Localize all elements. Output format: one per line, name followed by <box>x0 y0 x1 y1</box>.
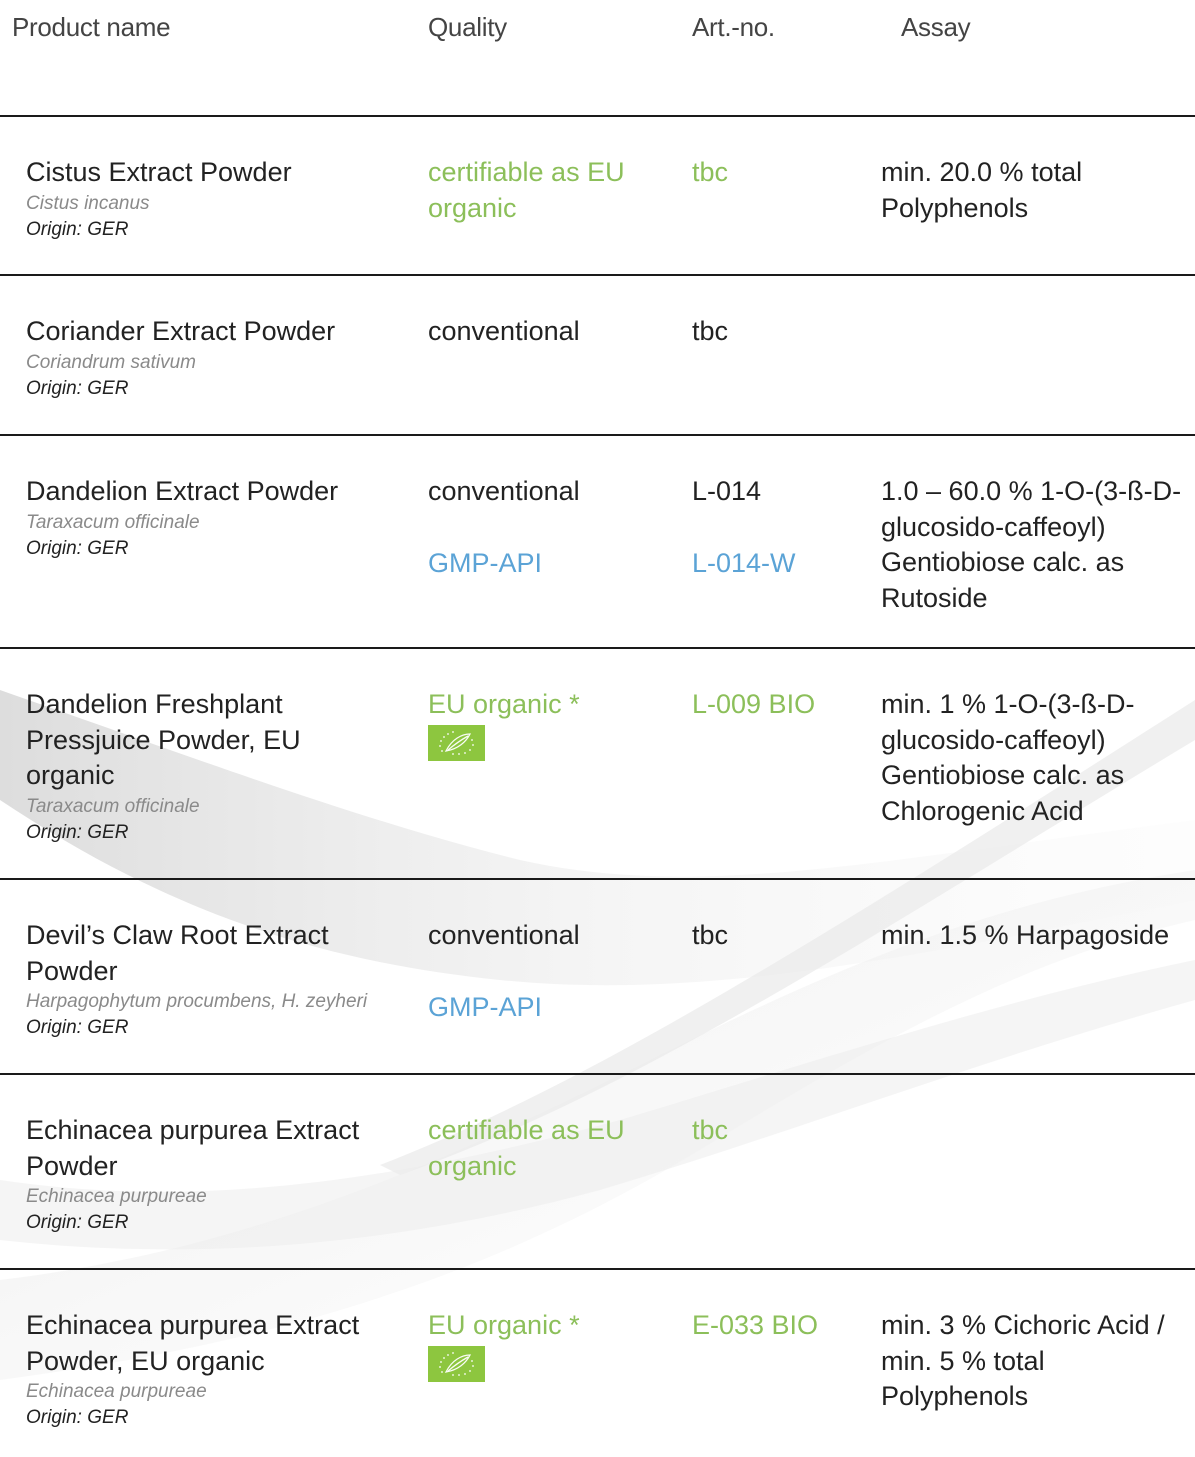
art-no-cell: tbc <box>692 157 729 187</box>
table-row: Devil’s Claw Root Extract Powder Harpago… <box>0 878 1195 1073</box>
origin: Origin: GER <box>26 1212 129 1233</box>
assay-cell: 1.0 – 60.0 % 1-O-(3-ß-D-glucosido-caffeo… <box>881 476 1182 613</box>
assay-cell: min. 1.5 % Harpagoside <box>881 920 1170 950</box>
quality-eu-organic: EU organic * <box>428 1310 580 1340</box>
quality-eu-organic: EU organic * <box>428 689 580 719</box>
product-name: Echinacea purpurea Extract Powder, EU or… <box>26 1310 360 1376</box>
header-product-name: Product name <box>12 12 171 42</box>
product-cell: Echinacea purpurea Extract Powder Echina… <box>26 1113 396 1236</box>
quality-conventional: conventional <box>428 920 580 950</box>
art-no-cell: L-009 BIO <box>692 689 816 719</box>
art-no-cell: tbc <box>692 316 729 346</box>
quality-cell: conventional GMP-API <box>428 918 678 1025</box>
art-no-primary: L-014 <box>692 476 762 506</box>
origin: Origin: GER <box>26 218 129 240</box>
origin: Origin: GER <box>26 537 129 559</box>
quality-cell: EU organic * <box>428 1308 678 1382</box>
product-name: Dandelion Freshplant Pressjuice Powder, … <box>26 689 301 790</box>
latin-name: Taraxacum officinale <box>26 795 200 817</box>
origin: Origin: GER <box>26 821 129 843</box>
product-cell: Coriander Extract Powder Coriandrum sati… <box>26 314 396 402</box>
latin-name: Cistus incanus <box>26 192 150 214</box>
product-name: Echinacea purpurea Extract Powder <box>26 1115 360 1181</box>
latin-name: Harpagophytum procumbens, H. zeyheri <box>26 991 368 1012</box>
art-no-cell: tbc <box>692 920 729 950</box>
product-table-page: Product name Quality Art.-no. Assay Cist… <box>0 0 1195 1457</box>
header-art-no: Art.-no. <box>692 12 775 42</box>
table-row: Echinacea purpurea Extract Powder Echina… <box>0 1073 1195 1268</box>
product-cell: Echinacea purpurea Extract Powder, EU or… <box>26 1308 396 1431</box>
product-name: Dandelion Extract Powder <box>26 476 339 506</box>
art-no-cell: tbc <box>692 1115 729 1145</box>
table-row: Dandelion Extract Powder Taraxacum offic… <box>0 434 1195 647</box>
header-assay: Assay <box>901 12 971 42</box>
product-cell: Dandelion Extract Powder Taraxacum offic… <box>26 474 396 562</box>
product-name: Devil’s Claw Root Extract Powder <box>26 920 329 986</box>
table-row: Echinacea purpurea Extract Powder, EU or… <box>0 1268 1195 1457</box>
header-quality: Quality <box>428 12 507 42</box>
product-name: Cistus Extract Powder <box>26 157 292 187</box>
quality-conventional: conventional <box>428 476 580 506</box>
quality-gmp-api: GMP-API <box>428 547 543 578</box>
product-cell: Devil’s Claw Root Extract Powder Harpago… <box>26 918 396 1041</box>
quality-cell: certifiable as EU organic <box>428 1115 625 1181</box>
art-no-cell: E-033 BIO <box>692 1310 819 1340</box>
table-row: Coriander Extract Powder Coriandrum sati… <box>0 274 1195 434</box>
assay-cell: min. 3 % Cichoric Acid / min. 5 % total … <box>881 1310 1165 1411</box>
art-no-gmp: L-014-W <box>692 547 796 578</box>
product-table: Cistus Extract Powder Cistus incanus Ori… <box>0 115 1195 1457</box>
eu-organic-leaf-icon <box>428 1345 485 1382</box>
origin: Origin: GER <box>26 377 129 399</box>
quality-cell: certifiable as EU organic <box>428 157 625 223</box>
latin-name: Coriandrum sativum <box>26 351 196 373</box>
origin: Origin: GER <box>26 1017 129 1038</box>
assay-cell: min. 20.0 % total Polyphenols <box>881 157 1083 223</box>
assay-cell: min. 1 % 1-O-(3-ß-D-glucosido-caffeoyl) … <box>881 689 1135 826</box>
product-name: Coriander Extract Powder <box>26 316 336 346</box>
eu-organic-leaf-icon <box>428 724 485 761</box>
table-row: Dandelion Freshplant Pressjuice Powder, … <box>0 647 1195 878</box>
quality-cell: EU organic * <box>428 687 678 761</box>
origin: Origin: GER <box>26 1407 129 1428</box>
quality-cell: conventional <box>428 316 580 346</box>
table-row: Cistus Extract Powder Cistus incanus Ori… <box>0 115 1195 274</box>
quality-cell: conventional GMP-API <box>428 474 678 581</box>
latin-name: Echinacea purpureae <box>26 1381 207 1402</box>
latin-name: Taraxacum officinale <box>26 511 200 533</box>
quality-gmp-api: GMP-API <box>428 991 543 1022</box>
product-cell: Cistus Extract Powder Cistus incanus Ori… <box>26 155 396 243</box>
art-no-cell: L-014 L-014-W <box>692 474 872 581</box>
latin-name: Echinacea purpureae <box>26 1186 207 1207</box>
table-header: Product name Quality Art.-no. Assay <box>0 12 1195 52</box>
product-cell: Dandelion Freshplant Pressjuice Powder, … <box>26 687 396 846</box>
